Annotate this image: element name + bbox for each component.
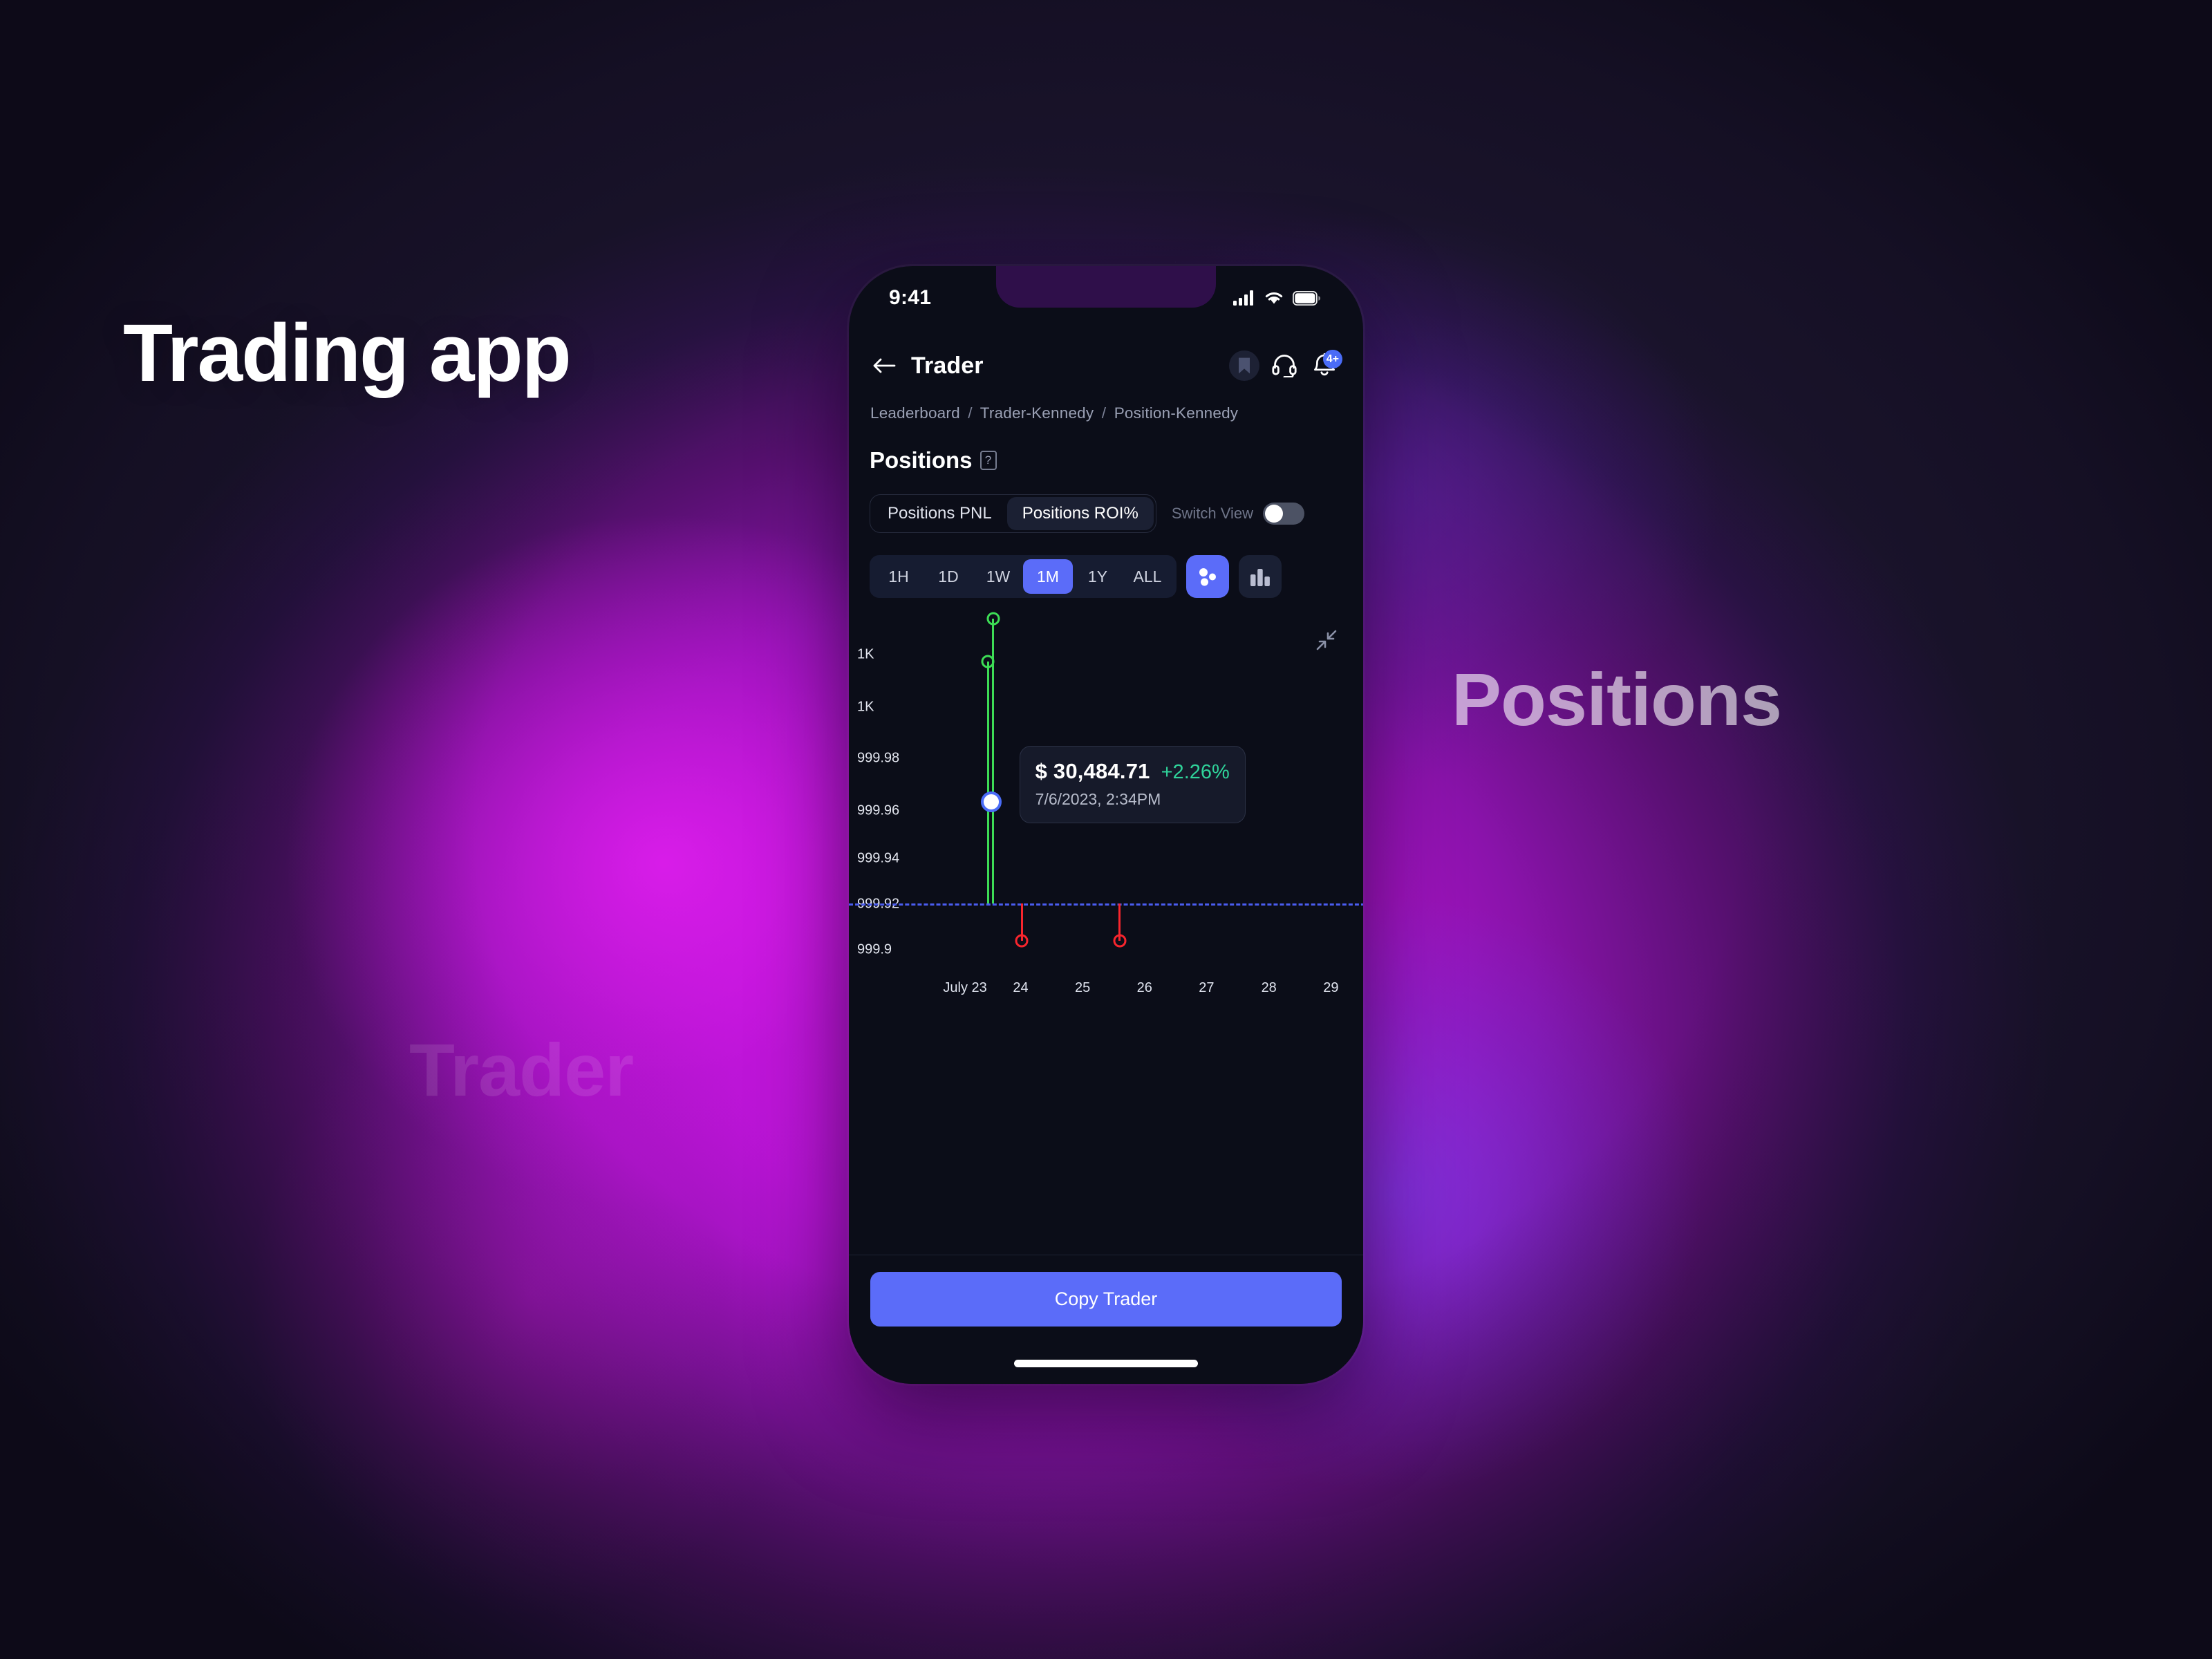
headset-icon — [1272, 355, 1297, 377]
x-tick-0: July 23 — [943, 980, 987, 995]
bar-chart-icon — [1250, 569, 1270, 586]
switch-view-label: Switch View — [1171, 505, 1254, 522]
y-tick-0: 1K — [857, 646, 874, 662]
back-button[interactable] — [868, 350, 900, 382]
tooltip-value: $ 30,484.71 — [1035, 759, 1150, 784]
x-axis: July 23 24 25 26 27 28 29 — [939, 970, 1363, 999]
y-tick-6: 999.9 — [857, 941, 892, 957]
nav-actions: 4+ — [1229, 350, 1345, 381]
range-tab-all[interactable]: ALL — [1123, 559, 1172, 594]
tooltip-date: 7/6/2023, 2:34PM — [1035, 790, 1161, 809]
help-question-icon[interactable]: ? — [980, 451, 997, 470]
breadcrumb-separator: / — [968, 404, 973, 422]
status-bar: 9:41 — [849, 266, 1363, 330]
y-tick-3: 999.96 — [857, 803, 900, 818]
section-header: Positions ? — [870, 447, 997, 474]
tooltip-change: +2.26% — [1161, 761, 1230, 784]
y-tick-1: 1K — [857, 699, 874, 715]
stem-marker — [986, 612, 1000, 626]
copy-trader-button[interactable]: Copy Trader — [870, 1272, 1342, 1327]
phone-mockup: 9:41 Trader 4+ Leaderboard / Trader-Kenn… — [849, 266, 1363, 1384]
watermark-trader: Trader — [409, 1028, 634, 1112]
x-tick-1: 24 — [1013, 980, 1029, 995]
watermark-positions: Positions — [1452, 657, 1782, 741]
tab-positions-roi[interactable]: Positions ROI% — [1006, 497, 1154, 530]
baseline-dashed — [849, 903, 1363, 906]
arrow-left-icon — [873, 358, 896, 373]
cellular-signal-icon — [1233, 290, 1253, 306]
time-range-row: 1H 1D 1W 1M 1Y ALL — [870, 555, 1282, 598]
x-tick-3: 26 — [1136, 980, 1152, 995]
stem-line — [986, 662, 989, 903]
y-tick-4: 999.94 — [857, 850, 900, 866]
selected-data-point[interactable] — [980, 791, 1002, 812]
status-time: 9:41 — [889, 286, 932, 309]
notifications-button[interactable]: 4+ — [1309, 350, 1342, 381]
time-range-tabs: 1H 1D 1W 1M 1Y ALL — [870, 555, 1177, 598]
status-icons — [1233, 290, 1320, 306]
y-axis: 1K 1K 999.98 999.96 999.94 999.92 999.9 — [849, 612, 939, 999]
toggle-knob — [1265, 505, 1284, 523]
positions-mode-segmented: Positions PNL Positions ROI% — [870, 494, 1156, 533]
stem-marker — [1113, 934, 1127, 948]
positions-mode-row: Positions PNL Positions ROI% Switch View — [870, 494, 1342, 533]
breadcrumb: Leaderboard / Trader-Kennedy / Position-… — [870, 404, 1238, 422]
stem-marker — [1015, 934, 1029, 948]
phone-footer: Copy Trader — [849, 1255, 1363, 1384]
x-tick-5: 28 — [1261, 980, 1277, 995]
tab-positions-pnl[interactable]: Positions PNL — [872, 497, 1007, 530]
x-tick-6: 29 — [1323, 980, 1339, 995]
bubble-view-button[interactable] — [1186, 555, 1229, 598]
poster-canvas: Trading app Positions Trader 9:41 Trader… — [0, 0, 2212, 1659]
bookmark-icon — [1239, 357, 1250, 374]
breadcrumb-item-leaderboard[interactable]: Leaderboard — [870, 404, 960, 422]
chart-tooltip: $ 30,484.71 +2.26% 7/6/2023, 2:34PM — [1019, 746, 1246, 824]
x-tick-2: 25 — [1075, 980, 1091, 995]
wifi-icon — [1265, 292, 1283, 304]
stem-marker — [981, 655, 995, 668]
notification-badge: 4+ — [1322, 350, 1342, 368]
switch-view-toggle[interactable] — [1263, 503, 1305, 525]
y-tick-2: 999.98 — [857, 750, 900, 766]
bar-view-button[interactable] — [1239, 555, 1282, 598]
battery-icon — [1293, 290, 1320, 306]
section-title: Positions — [870, 447, 973, 473]
x-tick-4: 27 — [1199, 980, 1215, 995]
range-tab-1y[interactable]: 1Y — [1073, 559, 1123, 594]
poster-headline: Trading app — [123, 308, 572, 399]
home-indicator — [1014, 1360, 1198, 1367]
bubble-chart-icon — [1199, 568, 1216, 586]
range-tab-1w[interactable]: 1W — [973, 559, 1023, 594]
breadcrumb-item-trader[interactable]: Trader-Kennedy — [980, 404, 1094, 422]
support-button[interactable] — [1269, 350, 1300, 381]
tooltip-primary-row: $ 30,484.71 +2.26% — [1035, 759, 1230, 784]
range-tab-1d[interactable]: 1D — [924, 559, 973, 594]
page-title: Trader — [911, 352, 984, 379]
breadcrumb-separator: / — [1101, 404, 1107, 422]
bookmark-button[interactable] — [1229, 350, 1259, 381]
range-tab-1h[interactable]: 1H — [874, 559, 924, 594]
nav-bar: Trader 4+ — [849, 332, 1363, 399]
plot-surface[interactable]: $ 30,484.71 +2.26% 7/6/2023, 2:34PM — [849, 612, 1363, 970]
range-tab-1m[interactable]: 1M — [1023, 559, 1073, 594]
positions-chart: 1K 1K 999.98 999.96 999.94 999.92 999.9 — [849, 612, 1363, 999]
breadcrumb-item-position[interactable]: Position-Kennedy — [1114, 404, 1239, 422]
